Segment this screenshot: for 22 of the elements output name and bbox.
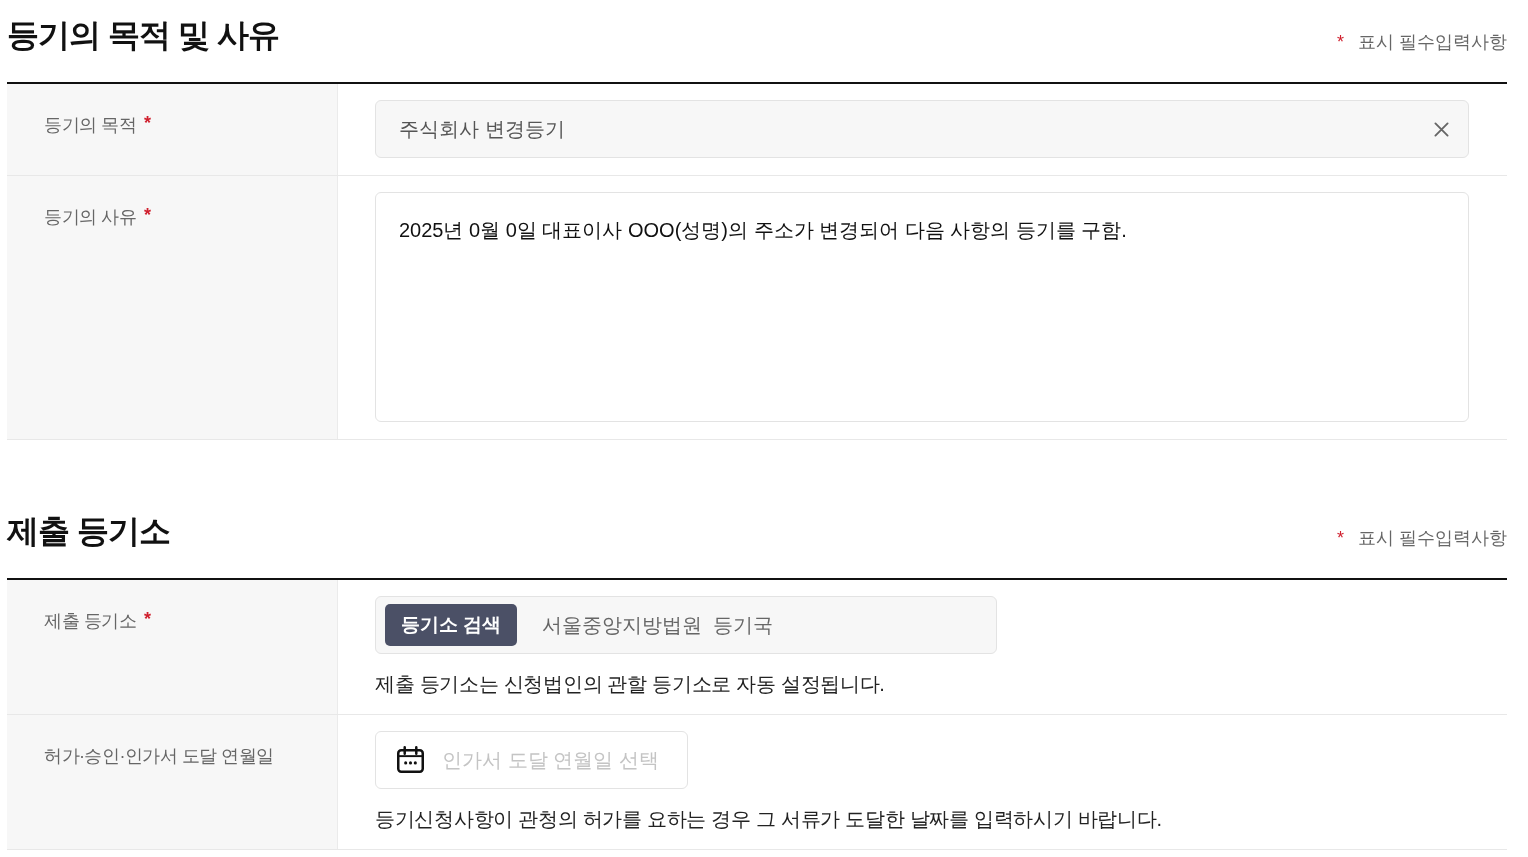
required-mark: * (1336, 527, 1344, 550)
date-field[interactable]: 인가서 도달 연월일 선택 (375, 731, 688, 789)
reason-textarea[interactable]: 2025년 0월 0일 대표이사 OOO(성명)의 주소가 변경되어 다음 사항의 등기를 구함. (375, 192, 1469, 422)
required-mark: * (144, 113, 152, 133)
required-mark: * (144, 205, 152, 225)
required-mark: * (144, 609, 152, 629)
field-label: 제출 등기소 (44, 610, 136, 633)
field-label: 허가·승인·인가서 도달 연월일 (44, 745, 274, 768)
registry-search-button[interactable]: 등기소 검색 (385, 604, 518, 646)
help-text: 등기신청사항이 관청의 허가를 요하는 경우 그 서류가 도달한 날짜를 입력하시기 바랍니다. (375, 807, 1163, 832)
section-title: 등기의 목적 및 사유 (7, 16, 279, 55)
close-icon[interactable] (1434, 122, 1449, 137)
calendar-icon (397, 746, 424, 773)
help-text: 제출 등기소는 신청법인의 관할 등기소로 자동 설정됩니다. (375, 672, 886, 697)
section-title: 제출 등기소 (7, 512, 170, 551)
registry-name: 서울중앙지방법원 등기국 (542, 612, 774, 638)
required-legend: 표시 필수입력사항 (1358, 30, 1507, 54)
required-mark: * (1336, 31, 1344, 54)
field-label: 등기의 목적 (44, 114, 136, 137)
required-legend: 표시 필수입력사항 (1358, 526, 1507, 550)
purpose-field[interactable]: 주식회사 변경등기 (375, 100, 1469, 158)
field-label: 등기의 사유 (44, 206, 136, 229)
